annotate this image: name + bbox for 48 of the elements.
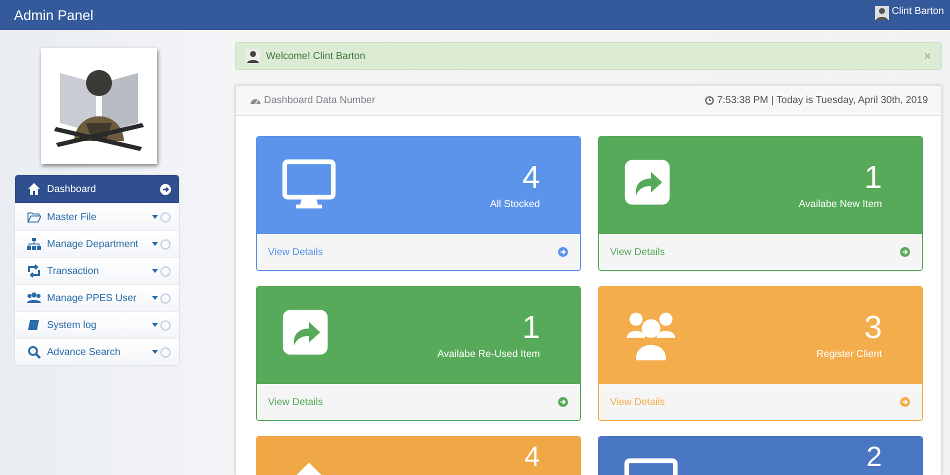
caret-icon [152,242,158,246]
stat-number: 1 [522,311,540,343]
clock-time: 7:53:38 PM [717,95,768,106]
book-icon [27,318,41,332]
caret-icon [152,350,158,354]
stat-label: All Stocked [490,199,540,210]
user-name[interactable]: Clint Barton [892,6,944,17]
view-details-link[interactable]: View Details [268,246,323,258]
folder-icon [27,210,41,224]
stat-number: 4 [522,161,540,193]
sidebar-item[interactable]: Manage Department [15,230,179,257]
circle-arrow-icon [558,397,568,407]
clock-icon [705,96,714,105]
caret-icon [152,323,158,327]
stat-number: 4 [524,443,540,471]
stat-number: 3 [864,311,882,343]
panel-title: Dashboard Data Number [264,95,376,106]
circle-arrow-icon [900,397,910,407]
avatar-icon [874,6,889,20]
view-details-link[interactable]: View Details [268,396,323,408]
caret-icon [152,215,158,219]
stat-label: Availabe New Item [798,199,882,210]
caret-icon [152,269,158,273]
circle-arrow-icon [160,184,171,194]
stat-label: Availabe Re-Used Item [437,349,540,360]
sidebar-item[interactable]: System log [15,311,179,338]
sidebar-item[interactable]: Dashboard [15,175,179,203]
sidebar-item[interactable]: Transaction [15,257,179,284]
circle-arrow-icon [558,247,568,257]
stat-number: 1 [864,161,882,193]
sitemap-icon [27,237,41,251]
users-icon [27,291,41,305]
circle-arrow-icon [900,247,910,257]
search-icon [27,345,41,359]
gauge-icon [250,96,261,105]
arrows-icon [27,264,41,278]
stat-number: 2 [866,443,882,471]
date-text: | Today is Tuesday, April 30th, 2019 [771,95,928,106]
avatar-icon [246,49,260,63]
stat-label: Register Client [816,349,882,360]
view-details-link[interactable]: View Details [610,246,665,258]
app-title: Admin Panel [14,7,94,23]
sidebar-item[interactable]: Manage PPES User [15,284,179,311]
caret-icon [152,296,158,300]
home-icon [27,182,41,196]
sidebar-item[interactable]: Advance Search [15,338,179,365]
sidebar-item[interactable]: Master File [15,203,179,230]
welcome-message: Welcome! Clint Barton [266,50,366,62]
